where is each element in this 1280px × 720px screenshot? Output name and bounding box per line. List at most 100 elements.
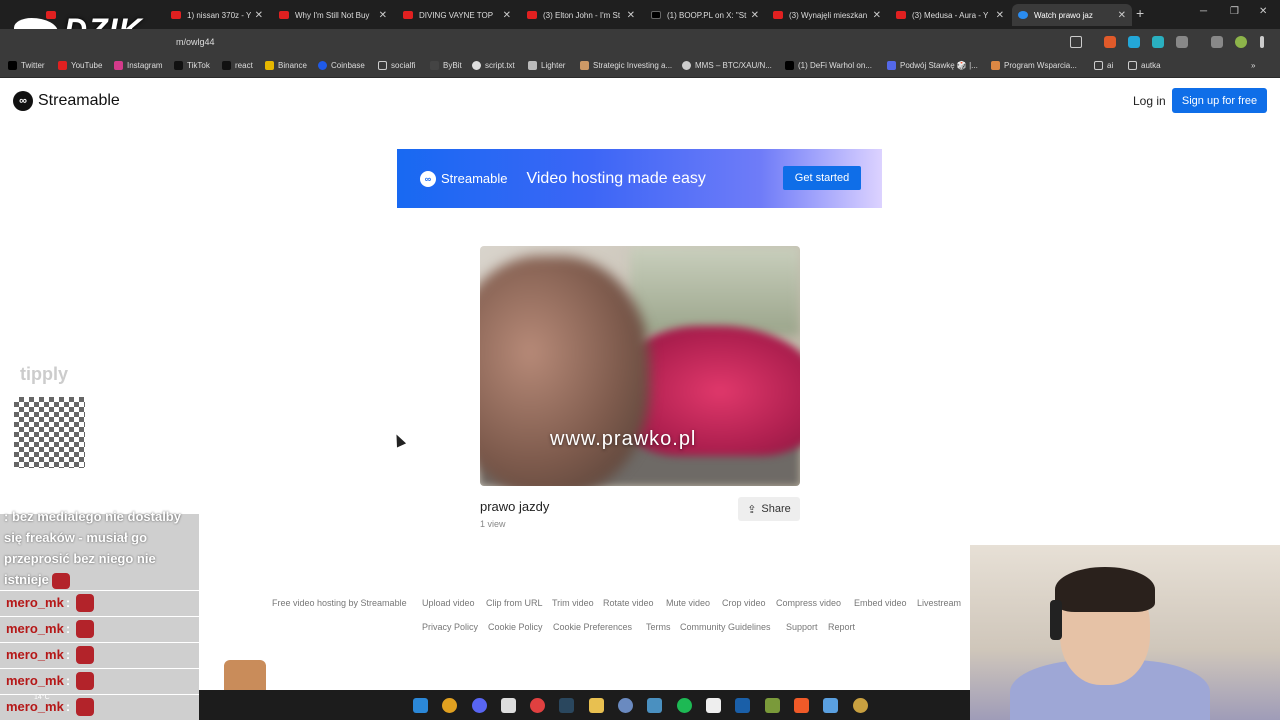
footer-link[interactable]: Report (828, 622, 855, 632)
promo-banner[interactable]: ∞ Streamable Video hosting made easy Get … (397, 149, 882, 208)
bookmark[interactable]: Coinbase (318, 61, 365, 70)
close-tab-icon[interactable]: ✕ (751, 10, 759, 21)
bookmark-icon (887, 61, 896, 70)
footer-link[interactable]: Upload video (422, 598, 475, 608)
windows-start-icon[interactable] (413, 698, 428, 713)
bookmark[interactable]: Binance (265, 61, 307, 70)
banner-tagline: Video hosting made easy (526, 169, 706, 187)
app-icon[interactable] (501, 698, 516, 713)
bookmark[interactable]: Program Wsparcia... (991, 61, 1077, 70)
browser-tab[interactable]: 1) nissan 370z - You✕ (165, 4, 269, 26)
browser-tab[interactable]: (1) BOOP.PL on X: "St ✕ (645, 4, 765, 26)
footer-link[interactable]: Privacy Policy (422, 622, 478, 632)
menu-icon[interactable] (1260, 36, 1264, 48)
browser-tab-active[interactable]: Watch prawo jaz ✕ (1012, 4, 1132, 26)
bookmark[interactable]: MMS – BTC/XAU/N... (682, 61, 772, 70)
close-window-icon[interactable]: ✕ (1259, 6, 1267, 17)
extension-icon[interactable] (1128, 36, 1140, 48)
get-started-button[interactable]: Get started (783, 166, 861, 190)
folder-icon[interactable] (589, 698, 604, 713)
footer-link[interactable]: Community Guidelines (680, 622, 771, 632)
league-icon[interactable] (853, 698, 868, 713)
footer-link[interactable]: Cookie Policy (488, 622, 543, 632)
footer-link[interactable]: Terms (646, 622, 671, 632)
url-input[interactable]: m/owlg44 (176, 37, 215, 47)
extension-icon[interactable] (1104, 36, 1116, 48)
login-link[interactable]: Log in (1133, 94, 1166, 108)
discord-icon[interactable] (472, 698, 487, 713)
coinbase-icon (318, 61, 327, 70)
footer-link[interactable]: Support (786, 622, 818, 632)
bookmark-folder[interactable]: autka (1128, 61, 1161, 70)
browser-tab[interactable]: (3) Elton John - I'm St ✕ (521, 4, 641, 26)
footer-link[interactable]: Crop video (722, 598, 766, 608)
footer-link[interactable]: Embed video (854, 598, 907, 608)
app-icon[interactable] (647, 698, 662, 713)
close-tab-icon[interactable]: ✕ (627, 10, 635, 21)
qr-code (11, 394, 88, 471)
emote-icon (76, 697, 95, 716)
app-icon[interactable] (765, 698, 780, 713)
footer-link[interactable]: Rotate video (603, 598, 654, 608)
footer-link[interactable]: Clip from URL (486, 598, 543, 608)
bookmark[interactable]: react (222, 61, 253, 70)
browser-tab[interactable]: (3) Wynajęli mieszkan ✕ (767, 4, 887, 26)
media-icon[interactable] (1211, 36, 1223, 48)
emote-icon (76, 671, 95, 690)
bookmark-folder[interactable]: ai (1094, 61, 1113, 70)
brave-icon[interactable] (794, 698, 809, 713)
close-tab-icon[interactable]: ✕ (255, 10, 263, 21)
signup-button[interactable]: Sign up for free (1172, 88, 1267, 113)
bookmark[interactable]: (1) DeFi Warhol on... (785, 61, 872, 70)
close-tab-icon[interactable]: ✕ (873, 10, 881, 21)
bookmark[interactable]: Twitter (8, 61, 45, 70)
chrome-icon[interactable] (442, 698, 457, 713)
close-tab-icon[interactable]: ✕ (503, 10, 511, 21)
footer-link[interactable]: Free video hosting by Streamable (272, 598, 407, 608)
footer-link[interactable]: Livestream (917, 598, 961, 608)
bookmark[interactable]: Podwój Stawkę 🎲 |... (887, 61, 978, 70)
video-player[interactable]: www.prawko.pl (480, 246, 800, 486)
notepad-icon[interactable] (823, 698, 838, 713)
puzzle-icon[interactable] (1176, 36, 1188, 48)
bookmark[interactable]: ByBit (430, 61, 462, 70)
bookmark[interactable]: Lighter (528, 61, 565, 70)
footer-link[interactable]: Cookie Preferences (553, 622, 632, 632)
bookmark[interactable]: script.txt (472, 61, 515, 70)
more-bookmarks-icon[interactable]: » (1251, 61, 1255, 70)
address-bar: m/owlg44 (0, 29, 1280, 56)
share-icon: ⇪ (747, 503, 757, 516)
star-icon[interactable] (1070, 36, 1082, 48)
footer-link[interactable]: Mute video (666, 598, 710, 608)
profile-avatar[interactable] (1235, 36, 1247, 48)
youtube-icon (279, 11, 289, 19)
chat-message: mero_mk: (0, 694, 199, 718)
bookmark[interactable]: YouTube (58, 61, 102, 70)
browser-tab[interactable]: Why I'm Still Not Buy ✕ (273, 4, 393, 26)
chat-overlay: : bez medialego nie dostalby się freaków… (0, 509, 199, 720)
minimize-icon[interactable]: ─ (1200, 6, 1207, 17)
spotify-icon[interactable] (677, 698, 692, 713)
close-tab-icon[interactable]: ✕ (996, 10, 1004, 21)
site-logo[interactable]: ∞ Streamable (13, 91, 120, 111)
browser-tab[interactable]: (3) Medusa - Aura - Y ✕ (890, 4, 1010, 26)
new-tab-button[interactable]: + (1136, 5, 1144, 21)
bookmark[interactable]: Instagram (114, 61, 163, 70)
app-icon[interactable] (618, 698, 633, 713)
app-icon[interactable] (530, 698, 545, 713)
steam-icon[interactable] (559, 698, 574, 713)
bookmark[interactable]: TikTok (174, 61, 210, 70)
extension-icon[interactable] (1152, 36, 1164, 48)
footer-link[interactable]: Compress video (776, 598, 841, 608)
browser-tab[interactable]: DIVING VAYNE TOP ✕ (397, 4, 517, 26)
app-icon[interactable] (735, 698, 750, 713)
share-button[interactable]: ⇪ Share (738, 497, 800, 521)
close-tab-icon[interactable]: ✕ (379, 10, 387, 21)
app-icon[interactable] (706, 698, 721, 713)
restore-icon[interactable]: ❐ (1230, 6, 1239, 17)
bookmark[interactable]: Strategic Investing a... (580, 61, 672, 70)
close-tab-icon[interactable]: ✕ (1118, 10, 1126, 21)
footer-link[interactable]: Trim video (552, 598, 594, 608)
bookmark-folder[interactable]: socialfi (378, 61, 415, 70)
bookmark-icon (580, 61, 589, 70)
